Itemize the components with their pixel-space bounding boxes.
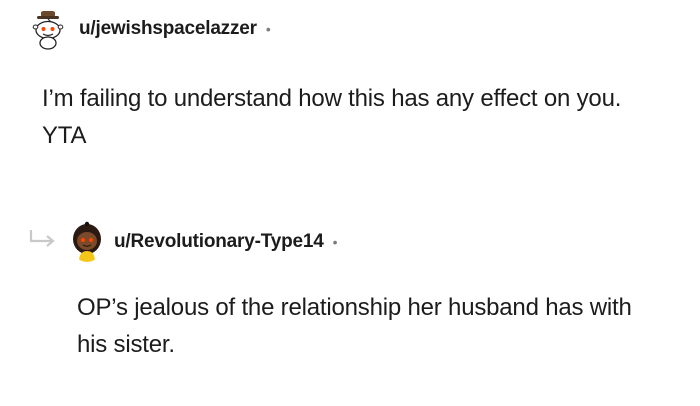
username-link[interactable]: u/jewishspacelazzer bbox=[79, 18, 257, 40]
snoo-avatar-icon[interactable] bbox=[70, 220, 104, 262]
comment-2-header: u/Revolutionary-Type14 • bbox=[114, 229, 337, 255]
reply-arrow-icon bbox=[29, 230, 55, 247]
snoo-avatar-icon[interactable] bbox=[32, 10, 64, 50]
separator-dot: • bbox=[265, 21, 271, 37]
separator-dot: • bbox=[332, 234, 338, 250]
username-link[interactable]: u/Revolutionary-Type14 bbox=[114, 231, 324, 253]
comment-body: OP’s jealous of the relationship her hus… bbox=[77, 294, 632, 358]
comment-1-header: u/jewishspacelazzer • bbox=[79, 16, 271, 42]
comment-body: I’m failing to understand how this has a… bbox=[42, 85, 622, 149]
